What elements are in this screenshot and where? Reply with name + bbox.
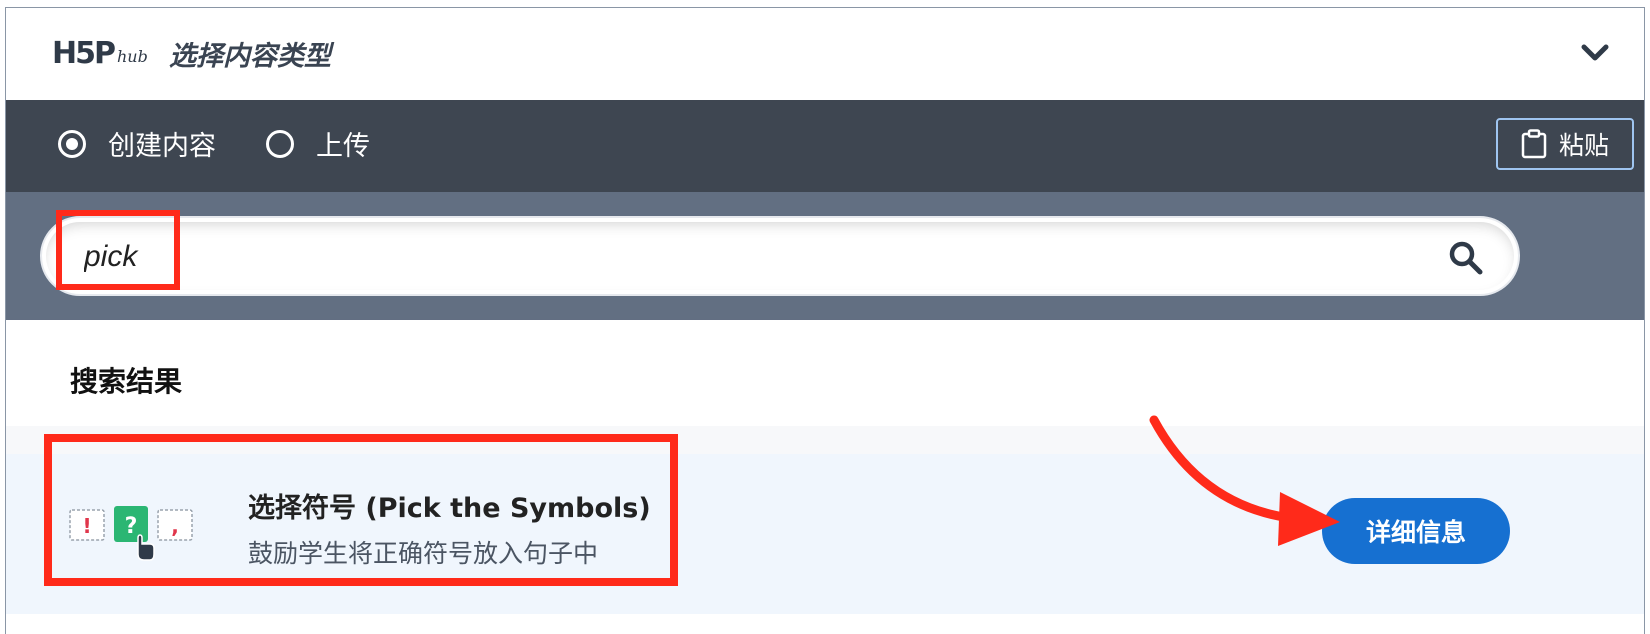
results-title: 搜索结果 xyxy=(70,365,183,398)
radio-label: 上传 xyxy=(316,131,370,162)
search-field[interactable] xyxy=(40,216,1520,296)
search-icon[interactable] xyxy=(1448,240,1484,276)
h5p-hub-logo: H5P hub xyxy=(52,32,148,72)
mode-toolbar: 创建内容 上传 粘贴 xyxy=(6,100,1644,192)
highlight-box-search xyxy=(56,210,180,290)
radio-create-content[interactable]: 创建内容 xyxy=(58,124,216,163)
paste-label: 粘贴 xyxy=(1558,131,1609,160)
radio-unchecked-icon xyxy=(266,129,294,158)
highlight-box-result xyxy=(44,434,678,586)
search-bar xyxy=(6,192,1644,320)
search-input[interactable] xyxy=(82,236,1386,278)
panel-title: 选择内容类型 xyxy=(169,41,331,72)
radio-checked-icon xyxy=(58,129,86,158)
logo-hub-text: hub xyxy=(116,47,148,66)
logo-text: H5P xyxy=(52,36,116,71)
hub-header[interactable]: H5P hub 选择内容类型 xyxy=(6,8,1644,100)
radio-label: 创建内容 xyxy=(108,131,216,162)
arrow-annotation-icon xyxy=(1149,415,1340,546)
clipboard-icon xyxy=(1521,129,1547,159)
chevron-down-icon[interactable] xyxy=(1580,38,1610,66)
results-header: 搜索结果 xyxy=(6,320,1644,426)
radio-upload[interactable]: 上传 xyxy=(266,124,370,163)
paste-button[interactable]: 粘贴 xyxy=(1496,118,1634,170)
